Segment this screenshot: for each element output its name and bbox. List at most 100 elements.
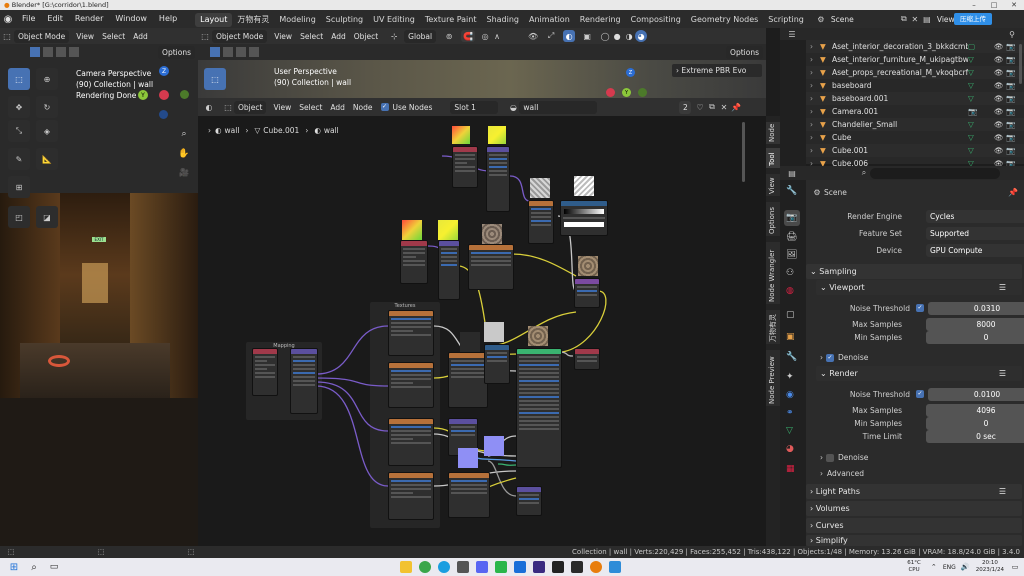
top-menu-select[interactable]: Select [296, 30, 327, 43]
outliner-row[interactable]: › ▼ baseboard.001 ▽ 👁 📷 [806, 92, 1024, 105]
visibility-eye-icon[interactable]: 👁 [994, 131, 1006, 144]
tab-layout[interactable]: Layout [195, 13, 233, 27]
side-tab-node-preview[interactable]: Node Preview [766, 350, 780, 406]
expand-arrow-icon[interactable]: › [810, 40, 820, 53]
menu-window[interactable]: Window [109, 10, 153, 28]
gizmo-neg-z-icon[interactable] [159, 110, 168, 119]
tool-transform-icon[interactable]: ◈ [36, 120, 58, 142]
expand-arrow-icon[interactable]: › [810, 66, 820, 79]
props-pin-icon[interactable]: 📌 [1008, 188, 1018, 197]
tool-add-cube-icon[interactable]: ⊞ [8, 176, 30, 198]
tab-compositing[interactable]: Compositing [626, 13, 686, 27]
visibility-eye-icon[interactable]: 👁 [994, 40, 1006, 53]
tab-modeling[interactable]: Modeling [274, 13, 320, 27]
constraints-tab-icon[interactable]: ⚭ [786, 408, 794, 418]
view-layer-tab-icon[interactable]: 🖼 [786, 250, 797, 260]
user-perspective-viewport[interactable]: ⬚ User Perspective (90) Collection | wal… [198, 60, 766, 98]
visibility-eye-icon[interactable]: 👁 [994, 66, 1006, 79]
side-tab-node[interactable]: Node [766, 122, 780, 144]
world-tab-icon[interactable]: ◍ [786, 286, 794, 296]
input-language[interactable]: ENG [943, 564, 956, 571]
shading-rendered-icon[interactable]: ◕ [635, 30, 648, 42]
particles-tab-icon[interactable]: ✦ [786, 372, 794, 382]
list-icon[interactable]: ☰ [999, 366, 1006, 381]
node-mix-rgb[interactable] [574, 278, 600, 308]
edge-icon[interactable] [438, 561, 450, 573]
expand-arrow-icon[interactable]: › [810, 131, 820, 144]
render-engine-select[interactable]: Cycles [926, 210, 1024, 223]
select-box-icon[interactable] [30, 47, 40, 57]
node-menu-select[interactable]: Select [295, 101, 326, 114]
top-gizmo-neg-icon[interactable] [638, 88, 647, 97]
expand-arrow-icon[interactable]: › [810, 53, 820, 66]
render-noise-threshold-field[interactable]: 0.0100 [928, 388, 1024, 401]
material-icon[interactable]: ◒ [507, 103, 519, 112]
node-image-texture-3[interactable] [388, 418, 434, 466]
top-select-invert-icon[interactable] [249, 47, 259, 57]
unlink-material-icon[interactable]: ✕ [718, 103, 730, 112]
tab-uv-editing[interactable]: UV Editing [368, 13, 420, 27]
pin-icon[interactable]: 📌 [730, 103, 742, 112]
outliner-row[interactable]: ›▼ Aset_props_recreational_M_vkoqbcrfa_LO… [806, 66, 1024, 79]
fake-user-icon[interactable]: ♡ [694, 103, 706, 112]
left-mode-select[interactable]: Object Mode [14, 29, 70, 43]
visibility-eye-icon[interactable]: 👁 [994, 118, 1006, 131]
chrome-icon[interactable] [419, 561, 431, 573]
node-tex-coord-3[interactable] [400, 240, 428, 284]
visibility-eye-icon[interactable]: 👁 [994, 79, 1006, 92]
gizmo-neg-y-icon[interactable] [180, 90, 189, 99]
render-min-samples-field[interactable]: 0 [926, 417, 1024, 430]
node-principled-bsdf[interactable] [516, 348, 562, 468]
viewport-noise-threshold-field[interactable]: 0.0310 [928, 302, 1024, 315]
node-bump[interactable] [448, 352, 488, 408]
side-tab-options[interactable]: Options [766, 202, 780, 236]
visibility-eye-icon[interactable]: 👁 [994, 105, 1006, 118]
list-icon[interactable]: ☰ [999, 484, 1006, 499]
render-subpanel-header[interactable]: ⌄ Render ☰ [816, 366, 1022, 381]
editor-type-icon[interactable]: ⬚ [0, 32, 14, 41]
top-gizmo-z-icon[interactable]: Z [626, 68, 635, 77]
minimize-icon[interactable]: – [964, 0, 984, 10]
list-icon[interactable]: ☰ [999, 280, 1006, 295]
nav-gizmo[interactable]: Z Y [138, 66, 196, 122]
tab-wanwu[interactable]: 万物有灵 [232, 13, 274, 27]
select-subtract-icon[interactable] [56, 47, 66, 57]
side-tab-wanwu[interactable]: 万物有灵 [766, 310, 780, 344]
node-mapping[interactable] [290, 348, 318, 414]
file-explorer-icon[interactable] [400, 561, 412, 573]
object-tab-icon[interactable]: ▣ [786, 332, 795, 342]
node-image-texture-4[interactable] [388, 472, 434, 520]
duplicate-material-icon[interactable]: ⧉ [706, 102, 718, 112]
gizmo-toggle-icon[interactable]: ⤢ [545, 31, 557, 41]
side-tab-node-wrangler[interactable]: Node Wrangler [766, 242, 780, 304]
node-image-texture-6[interactable] [468, 244, 514, 290]
menu-render[interactable]: Render [69, 10, 109, 28]
viewport-denoise-checkbox[interactable]: ✓ [826, 353, 834, 362]
visibility-icon[interactable]: 👁 [527, 32, 539, 41]
snap-icon[interactable]: 🧲 [461, 30, 476, 42]
simplify-panel-header[interactable]: › Simplify [806, 535, 1022, 546]
discord-icon[interactable] [476, 561, 488, 573]
viewport-min-samples-field[interactable]: 0 [926, 331, 1024, 344]
weather-widget[interactable]: 61°C CPU [907, 560, 921, 574]
left-menu-view[interactable]: View [72, 30, 98, 43]
node-menu-add[interactable]: Add [326, 101, 349, 114]
left-menu-add[interactable]: Add [129, 30, 152, 43]
camera-viewport[interactable]: EXIT Camera Perspective (90) Collection … [0, 60, 198, 546]
view-layer-icon[interactable]: ▤ [921, 15, 933, 24]
curves-panel-header[interactable]: › Curves [806, 518, 1022, 533]
camera-view-icon[interactable]: 🎥 [178, 166, 190, 178]
windows-start-icon[interactable]: ⊞ [8, 562, 20, 573]
scene-name[interactable]: Scene [827, 13, 899, 26]
render-camera-icon[interactable]: 📷 [1006, 40, 1020, 53]
side-tab-tool[interactable]: Tool [766, 148, 780, 168]
node-mapping-2[interactable] [486, 146, 510, 212]
outliner-row[interactable]: ›▼ Aset_interior_furniture_M_ukipagtbw_LO… [806, 53, 1024, 66]
left-options-button[interactable]: Options [158, 45, 195, 59]
node-editor-canvas[interactable]: › ◐ wall › ▽ Cube.001 › ◐ wall Textures … [198, 116, 766, 546]
material-tab-icon[interactable]: ◕ [786, 444, 794, 454]
sampling-panel-header[interactable]: ⌄ Sampling [806, 264, 1022, 279]
tool-inset-icon[interactable]: ◪ [36, 206, 58, 228]
visibility-eye-icon[interactable]: 👁 [994, 53, 1006, 66]
node-image-texture-1[interactable] [388, 310, 434, 356]
